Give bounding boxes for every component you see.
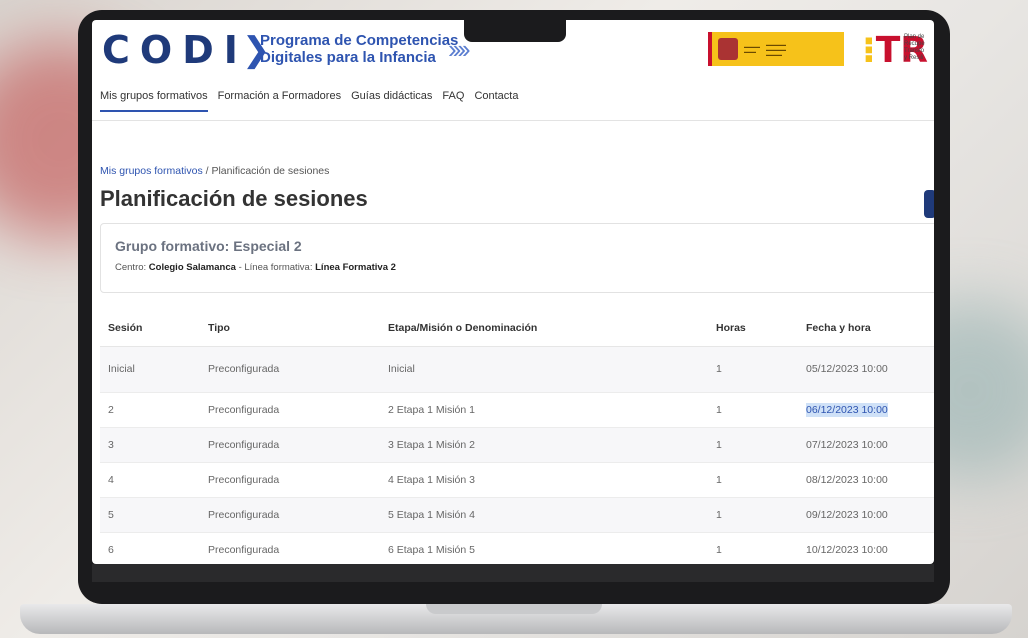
tr-stars-icon: ⁝ bbox=[862, 30, 876, 71]
nav-faq[interactable]: FAQ bbox=[442, 90, 464, 112]
col-fecha[interactable]: Fecha y hora bbox=[798, 310, 934, 347]
table-header-row: Sesión Tipo Etapa/Misión o Denominación … bbox=[100, 310, 934, 347]
cell-tipo: Preconfigurada bbox=[200, 532, 380, 564]
cell-etapa: Inicial bbox=[380, 346, 708, 393]
cell-etapa: 5 Etapa 1 Misión 4 bbox=[380, 497, 708, 533]
nav-formacion-formadores[interactable]: Formación a Formadores bbox=[218, 90, 342, 112]
cell-sesion: 3 bbox=[100, 427, 200, 463]
cell-tipo: Preconfigurada bbox=[200, 462, 380, 498]
cell-sesion: 5 bbox=[100, 497, 200, 533]
camera-notch bbox=[464, 20, 566, 42]
spain-flag-icon bbox=[708, 32, 712, 66]
table-row[interactable]: 6 Preconfigurada 6 Etapa 1 Misión 5 1 10… bbox=[100, 532, 934, 564]
breadcrumb-root-link[interactable]: Mis grupos formativos bbox=[100, 165, 203, 177]
col-sesion[interactable]: Sesión bbox=[100, 310, 200, 347]
browser-screen: CODI ❯ Programa de Competencias Digitale… bbox=[92, 20, 934, 564]
centro-value: Colegio Salamanca bbox=[148, 262, 236, 273]
cell-horas: 1 bbox=[708, 346, 798, 393]
cell-horas: 1 bbox=[708, 497, 798, 533]
selected-date-highlight[interactable]: 06/12/2023 10:00 bbox=[806, 402, 888, 417]
screen-bezel-bottom bbox=[92, 564, 934, 582]
col-horas[interactable]: Horas bbox=[708, 310, 798, 347]
plan-line: y Resili bbox=[904, 55, 924, 61]
cell-sesion: 6 bbox=[100, 532, 200, 564]
breadcrumb-current: Planificación de sesiones bbox=[211, 165, 330, 177]
page-title: Planificación de sesiones bbox=[100, 186, 368, 211]
cell-fecha: 06/12/2023 10:00 bbox=[798, 392, 934, 428]
table-row[interactable]: Inicial Preconfigurada Inicial 1 05/12/2… bbox=[100, 346, 934, 393]
program-line-1: Programa de Competencias bbox=[260, 32, 459, 49]
cell-sesion: 2 bbox=[100, 392, 200, 428]
sessions-table: Sesión Tipo Etapa/Misión o Denominación … bbox=[100, 310, 934, 564]
codi-logo-text: CODI bbox=[102, 28, 248, 72]
cell-horas: 1 bbox=[708, 427, 798, 463]
group-title: Grupo formativo: Especial 2 bbox=[115, 238, 302, 254]
cell-etapa: 2 Etapa 1 Misión 1 bbox=[380, 392, 708, 428]
cell-horas: 1 bbox=[708, 462, 798, 498]
cell-fecha: 07/12/2023 10:00 bbox=[798, 427, 934, 463]
cell-tipo: Preconfigurada bbox=[200, 346, 380, 393]
breadcrumb-separator: / bbox=[205, 165, 209, 177]
nav-guias-didacticas[interactable]: Guías didácticas bbox=[351, 90, 432, 112]
plan-line: Recupe bbox=[904, 41, 925, 47]
laptop-base-notch bbox=[426, 604, 602, 614]
side-action-button[interactable] bbox=[924, 190, 934, 218]
cell-tipo: Preconfigurada bbox=[200, 497, 380, 533]
program-name: Programa de Competencias Digitales para … bbox=[260, 32, 458, 66]
plan-line: Transfo bbox=[904, 48, 925, 54]
cell-sesion: 4 bbox=[100, 462, 200, 498]
linea-value: Línea Formativa 2 bbox=[315, 262, 396, 273]
nav-divider bbox=[92, 120, 934, 121]
group-meta: Centro: Colegio Salamanca - Línea format… bbox=[115, 262, 925, 273]
chevrons-decoration-icon: ›››› bbox=[448, 34, 471, 64]
cell-fecha: 09/12/2023 10:00 bbox=[798, 497, 934, 533]
breadcrumb: Mis grupos formativos / Planificación de… bbox=[100, 165, 329, 177]
gobierno-logo-small-print: ▬▬▬▬ ▬▬▬ bbox=[744, 44, 760, 54]
program-line-2: Digitales para la Infancia bbox=[260, 49, 436, 66]
coat-of-arms-icon bbox=[718, 38, 738, 60]
group-info-card: Grupo formativo: Especial 2 Centro: Cole… bbox=[100, 223, 934, 293]
centro-label: Centro: bbox=[115, 262, 147, 273]
nav-mis-grupos[interactable]: Mis grupos formativos bbox=[100, 90, 208, 112]
main-nav: Mis grupos formativos Formación a Formad… bbox=[100, 90, 518, 112]
table-row[interactable]: 4 Preconfigurada 4 Etapa 1 Misión 3 1 08… bbox=[100, 462, 934, 498]
gobierno-logo: ▬▬▬▬ ▬▬▬ ▬▬▬▬▬ ▬▬▬▬▬ ▬▬▬▬ bbox=[708, 32, 844, 66]
cell-horas: 1 bbox=[708, 392, 798, 428]
cell-fecha: 08/12/2023 10:00 bbox=[798, 462, 934, 498]
cell-fecha: 10/12/2023 10:00 bbox=[798, 532, 934, 564]
cell-etapa: 6 Etapa 1 Misión 5 bbox=[380, 532, 708, 564]
cell-sesion: Inicial bbox=[100, 346, 200, 393]
cell-etapa: 4 Etapa 1 Misión 3 bbox=[380, 462, 708, 498]
cell-horas: 1 bbox=[708, 532, 798, 564]
ministerio-logo-small-print: ▬▬▬▬▬ ▬▬▬▬▬ ▬▬▬▬ bbox=[766, 41, 786, 57]
cell-etapa: 3 Etapa 1 Misión 2 bbox=[380, 427, 708, 463]
table-row[interactable]: 2 Preconfigurada 2 Etapa 1 Misión 1 1 06… bbox=[100, 392, 934, 428]
plan-recuperacion-text: Plan de Recupe Transfo y Resili bbox=[904, 34, 925, 62]
table-row[interactable]: 5 Preconfigurada 5 Etapa 1 Misión 4 1 09… bbox=[100, 497, 934, 533]
cell-tipo: Preconfigurada bbox=[200, 427, 380, 463]
nav-contacta[interactable]: Contacta bbox=[474, 90, 518, 112]
col-etapa[interactable]: Etapa/Misión o Denominación bbox=[380, 310, 708, 347]
linea-label: - Línea formativa: bbox=[238, 262, 313, 273]
col-tipo[interactable]: Tipo bbox=[200, 310, 380, 347]
codi-logo[interactable]: CODI ❯ bbox=[102, 28, 270, 72]
cell-fecha: 05/12/2023 10:00 bbox=[798, 346, 934, 393]
table-row[interactable]: 3 Preconfigurada 3 Etapa 1 Misión 2 1 07… bbox=[100, 427, 934, 463]
cell-tipo: Preconfigurada bbox=[200, 392, 380, 428]
plan-line: Plan de bbox=[904, 34, 925, 40]
